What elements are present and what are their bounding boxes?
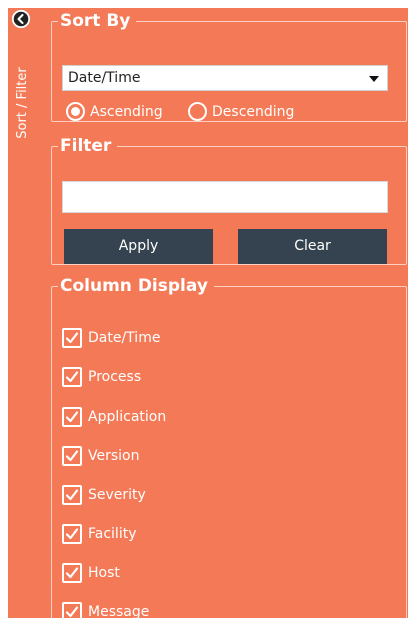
column-toggle-version[interactable]: Version [62, 446, 139, 466]
column-label: Process [88, 369, 142, 385]
column-toggle-message[interactable]: Message [62, 602, 149, 618]
descending-label: Descending [212, 103, 295, 120]
checkbox-checked-icon [62, 407, 82, 427]
checkbox-checked-icon [62, 328, 82, 348]
column-toggle-date-time[interactable]: Date/Time [62, 328, 160, 348]
filter-input[interactable] [62, 181, 388, 213]
radio-button-selected-icon [66, 102, 85, 121]
column-label: Version [88, 448, 140, 464]
column-toggle-application[interactable]: Application [62, 407, 166, 427]
clear-button[interactable]: Clear [238, 229, 387, 264]
apply-button[interactable]: Apply [64, 229, 213, 264]
checkbox-checked-icon [62, 563, 82, 583]
sort-by-group: Sort By Date/Time Ascending Descending [51, 11, 407, 122]
column-display-title: Column Display [60, 276, 208, 296]
checkbox-checked-icon [62, 602, 82, 618]
column-toggle-process[interactable]: Process [62, 367, 141, 387]
chevron-left-icon [12, 10, 30, 28]
column-display-group: Column Display Date/Time Process Applica… [51, 276, 407, 618]
radio-button-icon [188, 102, 207, 121]
checkbox-checked-icon [62, 367, 82, 387]
side-tab: Sort / Filter [8, 8, 52, 618]
sort-field-select[interactable]: Date/Time [62, 65, 388, 91]
column-label: Facility [88, 526, 137, 542]
sort-field-value: Date/Time [68, 70, 141, 86]
side-tab-label[interactable]: Sort / Filter [15, 61, 31, 145]
descending-radio[interactable]: Descending [188, 102, 294, 121]
filter-group: Filter Apply Clear [51, 136, 407, 265]
sort-filter-panel: Sort / Filter Sort By Date/Time Ascendin… [8, 8, 408, 618]
sort-by-title: Sort By [60, 11, 131, 31]
checkbox-checked-icon [62, 446, 82, 466]
ascending-label: Ascending [90, 103, 163, 120]
checkbox-checked-icon [62, 524, 82, 544]
ascending-radio[interactable]: Ascending [66, 102, 163, 121]
column-label: Severity [88, 487, 146, 503]
column-toggle-facility[interactable]: Facility [62, 524, 137, 544]
column-label: Host [88, 565, 120, 581]
column-toggle-host[interactable]: Host [62, 563, 120, 583]
collapse-panel-button[interactable] [12, 10, 30, 28]
checkbox-checked-icon [62, 485, 82, 505]
column-label: Message [88, 604, 150, 618]
dropdown-arrow-icon [369, 76, 379, 82]
filter-title: Filter [60, 136, 112, 156]
column-label: Application [88, 409, 167, 425]
column-toggle-severity[interactable]: Severity [62, 485, 146, 505]
column-label: Date/Time [88, 330, 161, 346]
